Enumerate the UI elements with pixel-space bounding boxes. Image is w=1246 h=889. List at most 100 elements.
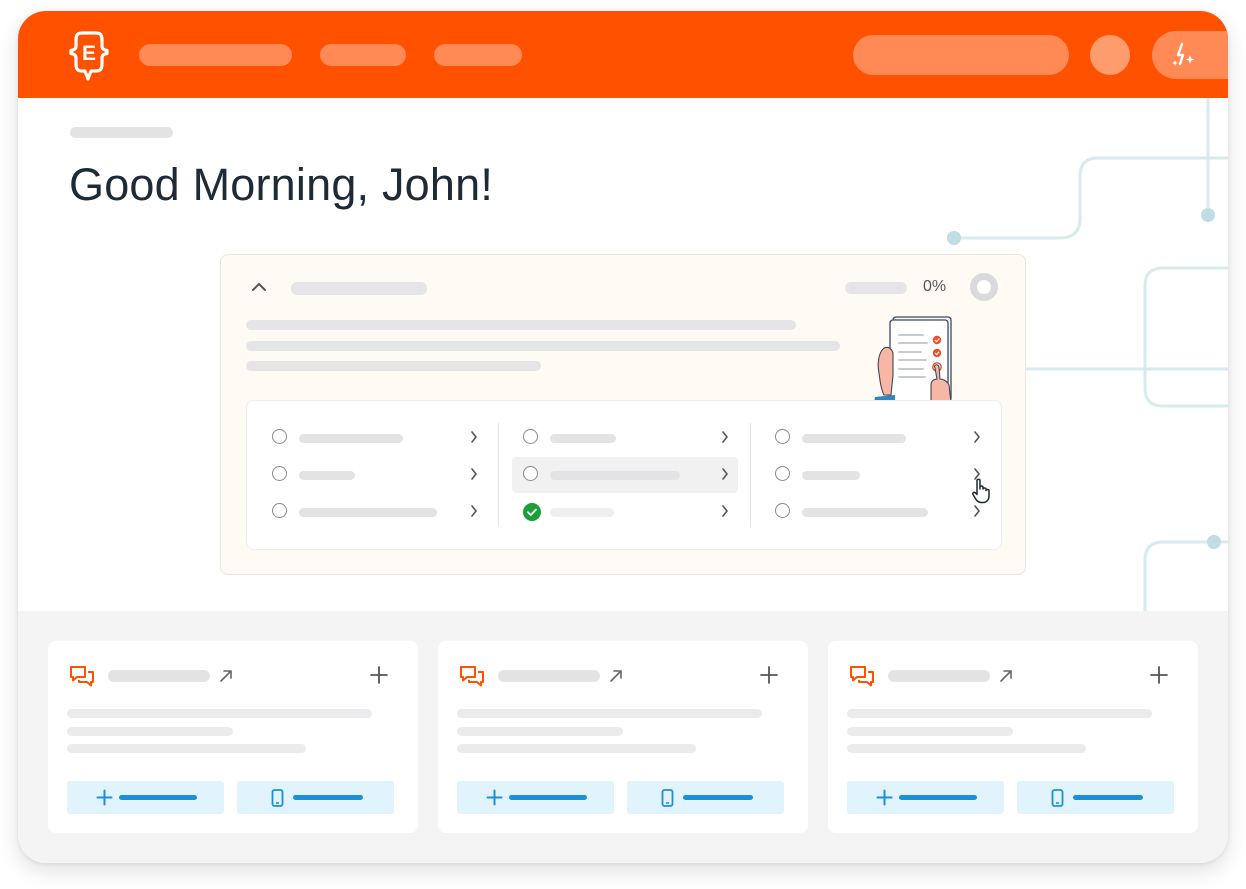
- app-window: E Good Morning, John! 0%: [18, 11, 1228, 863]
- task-label-placeholder: [299, 434, 403, 443]
- button-label-placeholder: [509, 795, 587, 800]
- user-avatar[interactable]: [1090, 35, 1130, 75]
- chat-bubbles-icon: [70, 666, 94, 687]
- ai-assistant-button[interactable]: [1152, 31, 1228, 79]
- chevron-right-icon: [974, 468, 980, 480]
- task-column: [498, 401, 990, 549]
- button-label-placeholder: [683, 795, 753, 800]
- add-action-button[interactable]: [67, 781, 224, 814]
- card-title-placeholder[interactable]: [888, 670, 990, 682]
- sparkle-bolt-icon: [1172, 42, 1195, 66]
- chat-bubbles-icon: [850, 666, 874, 687]
- task-status-radio[interactable]: [523, 466, 538, 481]
- conversation-widget-card: [828, 641, 1198, 833]
- chevron-right-icon: [722, 468, 728, 480]
- checklist-title-placeholder: [291, 282, 427, 295]
- content-line: [67, 709, 372, 718]
- task-status-radio[interactable]: [775, 503, 790, 518]
- button-label-placeholder: [1073, 795, 1143, 800]
- task-status-radio[interactable]: [523, 429, 538, 444]
- checklist-task[interactable]: [764, 457, 990, 493]
- external-link-arrow-icon[interactable]: [218, 668, 234, 684]
- content-line: [67, 727, 233, 736]
- checklist-task[interactable]: [261, 494, 487, 530]
- checklist-task-completed[interactable]: [512, 494, 738, 530]
- checklist-task[interactable]: [261, 457, 487, 493]
- chevron-up-icon[interactable]: [251, 281, 267, 293]
- nav-item-3[interactable]: [434, 44, 522, 66]
- logo-icon: E: [69, 31, 109, 81]
- top-navigation-bar: E: [18, 11, 1228, 98]
- checklist-task[interactable]: [261, 420, 487, 456]
- chevron-right-icon: [722, 505, 728, 517]
- progress-ring: [970, 273, 998, 301]
- checklist-task-hovered[interactable]: [512, 457, 738, 493]
- nav-item-2[interactable]: [320, 44, 406, 66]
- conversation-widget-card: [48, 641, 418, 833]
- widgets-section: [18, 611, 1228, 863]
- content-line: [67, 744, 306, 753]
- task-status-radio[interactable]: [272, 503, 287, 518]
- checklist-clipboard-illustration: [874, 316, 952, 403]
- chevron-right-icon: [974, 505, 980, 517]
- button-label-placeholder: [119, 795, 197, 800]
- description-line: [246, 361, 541, 371]
- card-title-placeholder[interactable]: [498, 670, 600, 682]
- task-status-radio[interactable]: [775, 429, 790, 444]
- content-line: [847, 744, 1086, 753]
- checklist-task[interactable]: [764, 420, 990, 456]
- phone-action-button[interactable]: [237, 781, 394, 814]
- description-line: [246, 341, 840, 351]
- checklist-task[interactable]: [764, 494, 990, 530]
- page-title: Good Morning, John!: [69, 159, 494, 210]
- button-label-placeholder: [899, 795, 977, 800]
- phone-icon: [1051, 789, 1064, 807]
- plus-icon: [486, 789, 503, 806]
- progress-label-placeholder: [845, 282, 907, 294]
- plus-icon: [876, 789, 893, 806]
- onboarding-checklist-card: 0%: [220, 254, 1026, 575]
- progress-percent: 0%: [923, 278, 947, 295]
- content-line: [457, 727, 623, 736]
- task-label-placeholder: [299, 508, 437, 517]
- task-status-radio[interactable]: [775, 466, 790, 481]
- task-status-radio[interactable]: [272, 429, 287, 444]
- task-column: [247, 401, 498, 549]
- add-plus-icon[interactable]: [369, 665, 389, 685]
- description-line: [246, 320, 796, 330]
- breadcrumb-placeholder: [70, 127, 173, 138]
- checklist-task-grid: [246, 400, 1002, 550]
- chat-bubbles-icon: [460, 666, 484, 687]
- add-action-button[interactable]: [847, 781, 1004, 814]
- add-plus-icon[interactable]: [759, 665, 779, 685]
- external-link-arrow-icon[interactable]: [608, 668, 624, 684]
- add-plus-icon[interactable]: [1149, 665, 1169, 685]
- checklist-task[interactable]: [512, 420, 738, 456]
- svg-text:E: E: [82, 42, 96, 65]
- task-label-placeholder: [299, 471, 355, 480]
- task-label-placeholder: [802, 471, 860, 480]
- button-label-placeholder: [293, 795, 363, 800]
- chevron-right-icon: [974, 431, 980, 443]
- card-title-placeholder[interactable]: [108, 670, 210, 682]
- phone-action-button[interactable]: [1017, 781, 1174, 814]
- content-line: [847, 709, 1152, 718]
- nav-item-1[interactable]: [139, 44, 292, 66]
- chevron-right-icon: [471, 431, 477, 443]
- add-action-button[interactable]: [457, 781, 614, 814]
- search-input[interactable]: [853, 35, 1069, 75]
- chevron-right-icon: [471, 505, 477, 517]
- conversation-widget-card: [438, 641, 808, 833]
- external-link-arrow-icon[interactable]: [998, 668, 1014, 684]
- chevron-right-icon: [722, 431, 728, 443]
- phone-icon: [271, 789, 284, 807]
- content-line: [847, 727, 1013, 736]
- task-status-radio[interactable]: [272, 466, 287, 481]
- chevron-right-icon: [471, 468, 477, 480]
- plus-icon: [96, 789, 113, 806]
- content-line: [457, 744, 696, 753]
- task-label-placeholder: [550, 508, 614, 517]
- phone-action-button[interactable]: [627, 781, 784, 814]
- brand-logo[interactable]: E: [68, 29, 110, 81]
- phone-icon: [661, 789, 674, 807]
